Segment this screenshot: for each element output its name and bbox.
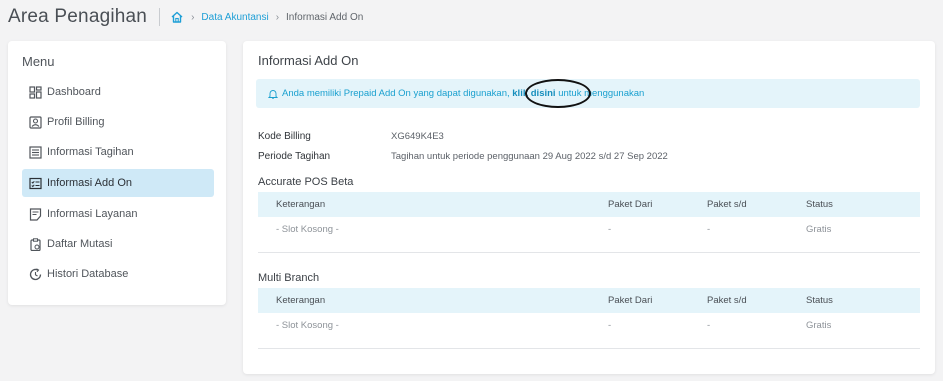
alert-text-before: Anda memiliki Prepaid Add On yang dapat … [282,88,510,99]
clipboard-icon [30,237,41,251]
cell-paket-sd: - [707,224,711,235]
sidebar-item-label: Informasi Add On [47,177,132,189]
table-row: - Slot Kosong - - - Gratis [258,313,920,349]
table-row: - Slot Kosong - - - Gratis [258,217,920,253]
table-header: Keterangan Paket Dari Paket s/d Status [258,192,920,217]
profile-card-icon [29,115,42,129]
sidebar: Menu Dashboard Profil Billing Informasi … [8,41,226,305]
sidebar-item-label: Informasi Tagihan [47,146,134,158]
sidebar-item-label: Daftar Mutasi [47,238,113,250]
section-title-accurate-pos: Accurate POS Beta [258,176,354,188]
cell-status: Gratis [806,320,832,331]
kode-billing-label: Kode Billing [258,131,311,142]
breadcrumb-chevron-icon: › [275,11,280,23]
breadcrumb-chevron-icon: › [191,11,195,23]
annotation-circle [525,79,591,108]
bell-icon [268,89,278,99]
page-title: Area Penagihan [8,6,148,27]
column-header-status: Status [806,295,833,306]
column-header-paket-sd: Paket s/d [707,199,747,210]
cell-paket-dari: - [608,320,612,331]
sidebar-item-daftar-mutasi[interactable]: Daftar Mutasi [22,230,214,258]
periode-tagihan-value: Tagihan untuk periode penggunaan 29 Aug … [391,151,668,162]
sidebar-item-label: Informasi Layanan [47,208,138,220]
sidebar-item-label: Histori Database [47,268,129,280]
column-header-keterangan: Keterangan [276,295,326,306]
sidebar-item-informasi-add-on[interactable]: Informasi Add On [22,169,214,197]
dashboard-icon [29,85,42,99]
column-header-paket-dari: Paket Dari [608,295,653,306]
sidebar-item-informasi-tagihan[interactable]: Informasi Tagihan [22,138,214,166]
menu-heading: Menu [22,54,55,69]
header-divider [159,8,161,26]
column-header-paket-sd: Paket s/d [707,295,747,306]
cell-keterangan: - Slot Kosong - [276,224,339,235]
sidebar-item-informasi-layanan[interactable]: Informasi Layanan [22,200,214,228]
page-header: Area Penagihan › Data Akuntansi › Inform… [0,0,943,34]
sidebar-item-profil-billing[interactable]: Profil Billing [22,108,214,136]
cell-paket-sd: - [707,320,711,331]
cell-status: Gratis [806,224,832,235]
sidebar-item-label: Dashboard [47,86,101,98]
column-header-paket-dari: Paket Dari [608,199,653,210]
addon-list-icon [29,177,42,189]
column-header-keterangan: Keterangan [276,199,326,210]
column-header-status: Status [806,199,833,210]
cell-keterangan: - Slot Kosong - [276,320,339,331]
sidebar-item-dashboard[interactable]: Dashboard [22,78,214,106]
home-icon[interactable] [170,10,184,24]
kode-billing-value: XG649K4E3 [391,131,444,142]
table-header: Keterangan Paket Dari Paket s/d Status [258,288,920,313]
addon-info-card: Informasi Add On Anda memiliki Prepaid A… [243,41,935,374]
sidebar-item-label: Profil Billing [47,116,105,128]
section-title-multi-branch: Multi Branch [258,272,320,284]
periode-tagihan-label: Periode Tagihan [258,151,331,162]
breadcrumb-link-data-akuntansi[interactable]: Data Akuntansi [201,12,268,23]
service-doc-icon [29,207,42,221]
cell-paket-dari: - [608,224,612,235]
invoice-icon [29,145,42,159]
breadcrumb-current: Informasi Add On [286,11,364,23]
sidebar-item-histori-database[interactable]: Histori Database [22,260,214,288]
card-title: Informasi Add On [258,53,359,68]
history-icon [29,267,42,280]
